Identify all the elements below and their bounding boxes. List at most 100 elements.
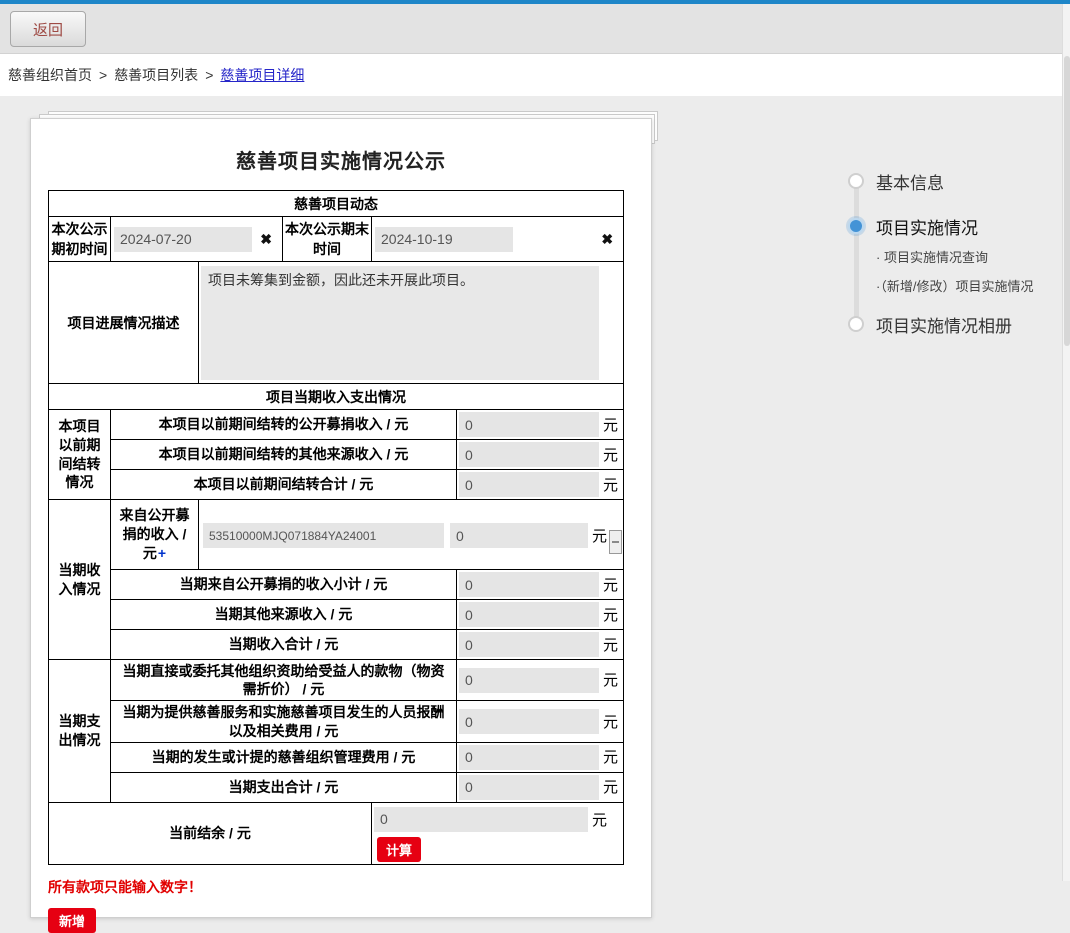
step-sub-implementation-query[interactable]: · 项目实施情况查询 [876,247,1070,266]
balance-cell: 元 计算 [372,802,624,864]
calculate-button[interactable]: 计算 [377,837,421,862]
step-implementation-album[interactable]: 项目实施情况相册 [848,311,1070,337]
balance-input[interactable] [374,807,588,832]
unit-yuan: 元 [592,525,607,546]
step-circle-icon [848,173,864,189]
period-end-cell: ✖ [372,217,624,262]
expense-admin-cell: 元 [457,742,624,772]
period-end-input[interactable] [375,227,513,252]
balance-label: 当前结余 / 元 [49,802,372,864]
expense-staff-label: 当期为提供慈善服务和实施慈善项目发生的人员报酬以及相关费用 / 元 [111,701,457,742]
step-circle-active-icon [848,218,864,234]
back-button[interactable]: 返回 [10,11,86,47]
expense-total-label: 当期支出合计 / 元 [111,772,457,802]
carryover-other-label: 本项目以前期间结转的其他来源收入 / 元 [111,440,457,470]
expense-staff-input[interactable] [459,709,599,734]
step-sub-implementation-edit[interactable]: ·（新增/修改）项目实施情况 [876,276,1070,295]
period-start-label: 本次公示期初时间 [49,217,111,262]
carryover-public-label: 本项目以前期间结转的公开募捐收入 / 元 [111,410,457,440]
expense-admin-label: 当期的发生或计提的慈善组织管理费用 / 元 [111,742,457,772]
clear-icon[interactable]: ✖ [260,232,272,246]
step-circle-icon [848,316,864,332]
income-other-cell: 元 [457,600,624,630]
stepper-connector-line [854,181,859,318]
expense-beneficiary-label: 当期直接或委托其他组织资助给受益人的款物（物资需折价） / 元 [111,660,457,701]
income-group-label: 当期收入情况 [49,500,111,660]
breadcrumb-separator: > [205,67,213,83]
add-record-button-partial[interactable]: 新增 [48,908,96,933]
carryover-other-input[interactable] [459,442,599,467]
expense-total-input[interactable] [459,775,599,800]
entries-scrollbar[interactable] [609,530,622,554]
unit-yuan: 元 [603,477,618,494]
carryover-public-input[interactable] [459,412,599,437]
numeric-only-warning: 所有款项只能输入数字！ [48,877,651,897]
expense-staff-cell: 元 [457,701,624,742]
section-header-project-dynamics: 慈善项目动态 [49,191,624,217]
carryover-total-input[interactable] [459,472,599,497]
unit-yuan: 元 [603,749,618,766]
breadcrumb-separator: > [99,67,107,83]
unit-yuan: 元 [603,637,618,654]
fund-entry-row: 元 [203,523,607,548]
step-label: 基本信息 [876,169,944,194]
public-fundraising-entries-cell: 元 [199,500,624,570]
unit-yuan: 元 [603,417,618,434]
page-scrollbar[interactable] [1062,4,1070,881]
carryover-group-label: 本项目以前期间结转情况 [49,410,111,500]
expense-beneficiary-input[interactable] [459,668,599,693]
unit-yuan: 元 [603,779,618,796]
unit-yuan: 元 [592,809,607,830]
expense-admin-input[interactable] [459,745,599,770]
form-card-stack: 慈善项目实施情况公示 慈善项目动态 本次公示期初时间 ✖ [30,118,652,918]
carryover-total-cell: 元 [457,470,624,500]
income-other-label: 当期其他来源收入 / 元 [111,600,457,630]
step-label: 项目实施情况相册 [876,312,1012,337]
fundraising-code-input[interactable] [203,523,444,548]
period-end-label: 本次公示期末时间 [283,217,372,262]
income-total-cell: 元 [457,630,624,660]
expense-beneficiary-cell: 元 [457,660,624,701]
expense-total-cell: 元 [457,772,624,802]
step-basic-info[interactable]: 基本信息 [848,168,1070,194]
carryover-other-cell: 元 [457,440,624,470]
period-start-cell: ✖ [111,217,283,262]
income-public-subtotal-input[interactable] [459,572,599,597]
step-label: 项目实施情况 [876,214,978,239]
publication-table: 慈善项目动态 本次公示期初时间 ✖ 本次公示期末时间 ✖ [48,190,624,865]
carryover-total-label: 本项目以前期间结转合计 / 元 [111,470,457,500]
public-fundraising-income-text: 来自公开募捐的收入 / 元 [120,507,190,561]
period-start-input[interactable] [114,227,252,252]
income-public-subtotal-label: 当期来自公开募捐的收入小计 / 元 [111,570,457,600]
step-implementation[interactable]: 项目实施情况 [848,213,1070,239]
unit-yuan: 元 [603,577,618,594]
income-other-input[interactable] [459,602,599,627]
clear-icon[interactable]: ✖ [601,232,613,246]
header-band: 返回 [0,4,1070,54]
income-total-input[interactable] [459,632,599,657]
unit-yuan: 元 [603,714,618,731]
unit-yuan: 元 [603,607,618,624]
progress-description-cell: 项目未筹集到金额，因此还未开展此项目。 [199,262,624,384]
breadcrumb: 慈善组织首页 > 慈善项目列表 > 慈善项目详细 [0,54,1070,96]
public-fundraising-income-label: 来自公开募捐的收入 / 元+ [111,500,199,570]
progress-description-textarea[interactable]: 项目未筹集到金额，因此还未开展此项目。 [201,266,599,380]
add-entry-link[interactable]: + [158,545,166,561]
section-header-income-expense: 项目当期收入支出情况 [49,384,624,410]
breadcrumb-item-project-list[interactable]: 慈善项目列表 [114,65,198,85]
income-public-subtotal-cell: 元 [457,570,624,600]
main-area: 慈善项目实施情况公示 慈善项目动态 本次公示期初时间 ✖ [0,96,1070,881]
carryover-public-cell: 元 [457,410,624,440]
scrollbar-grip-icon [612,541,619,543]
progress-description-label: 项目进展情况描述 [49,262,199,384]
breadcrumb-item-project-detail[interactable]: 慈善项目详细 [220,65,304,85]
fundraising-amount-input[interactable] [450,523,588,548]
form-card: 慈善项目实施情况公示 慈善项目动态 本次公示期初时间 ✖ [30,118,652,918]
breadcrumb-item-home[interactable]: 慈善组织首页 [8,65,92,85]
page-title: 慈善项目实施情况公示 [31,145,651,174]
page-scrollbar-thumb[interactable] [1064,56,1070,346]
unit-yuan: 元 [603,447,618,464]
expense-group-label: 当期支出情况 [49,660,111,803]
step-navigation: 基本信息 项目实施情况 · 项目实施情况查询 ·（新增/修改）项目实施情况 项目… [848,168,1070,337]
unit-yuan: 元 [603,672,618,689]
